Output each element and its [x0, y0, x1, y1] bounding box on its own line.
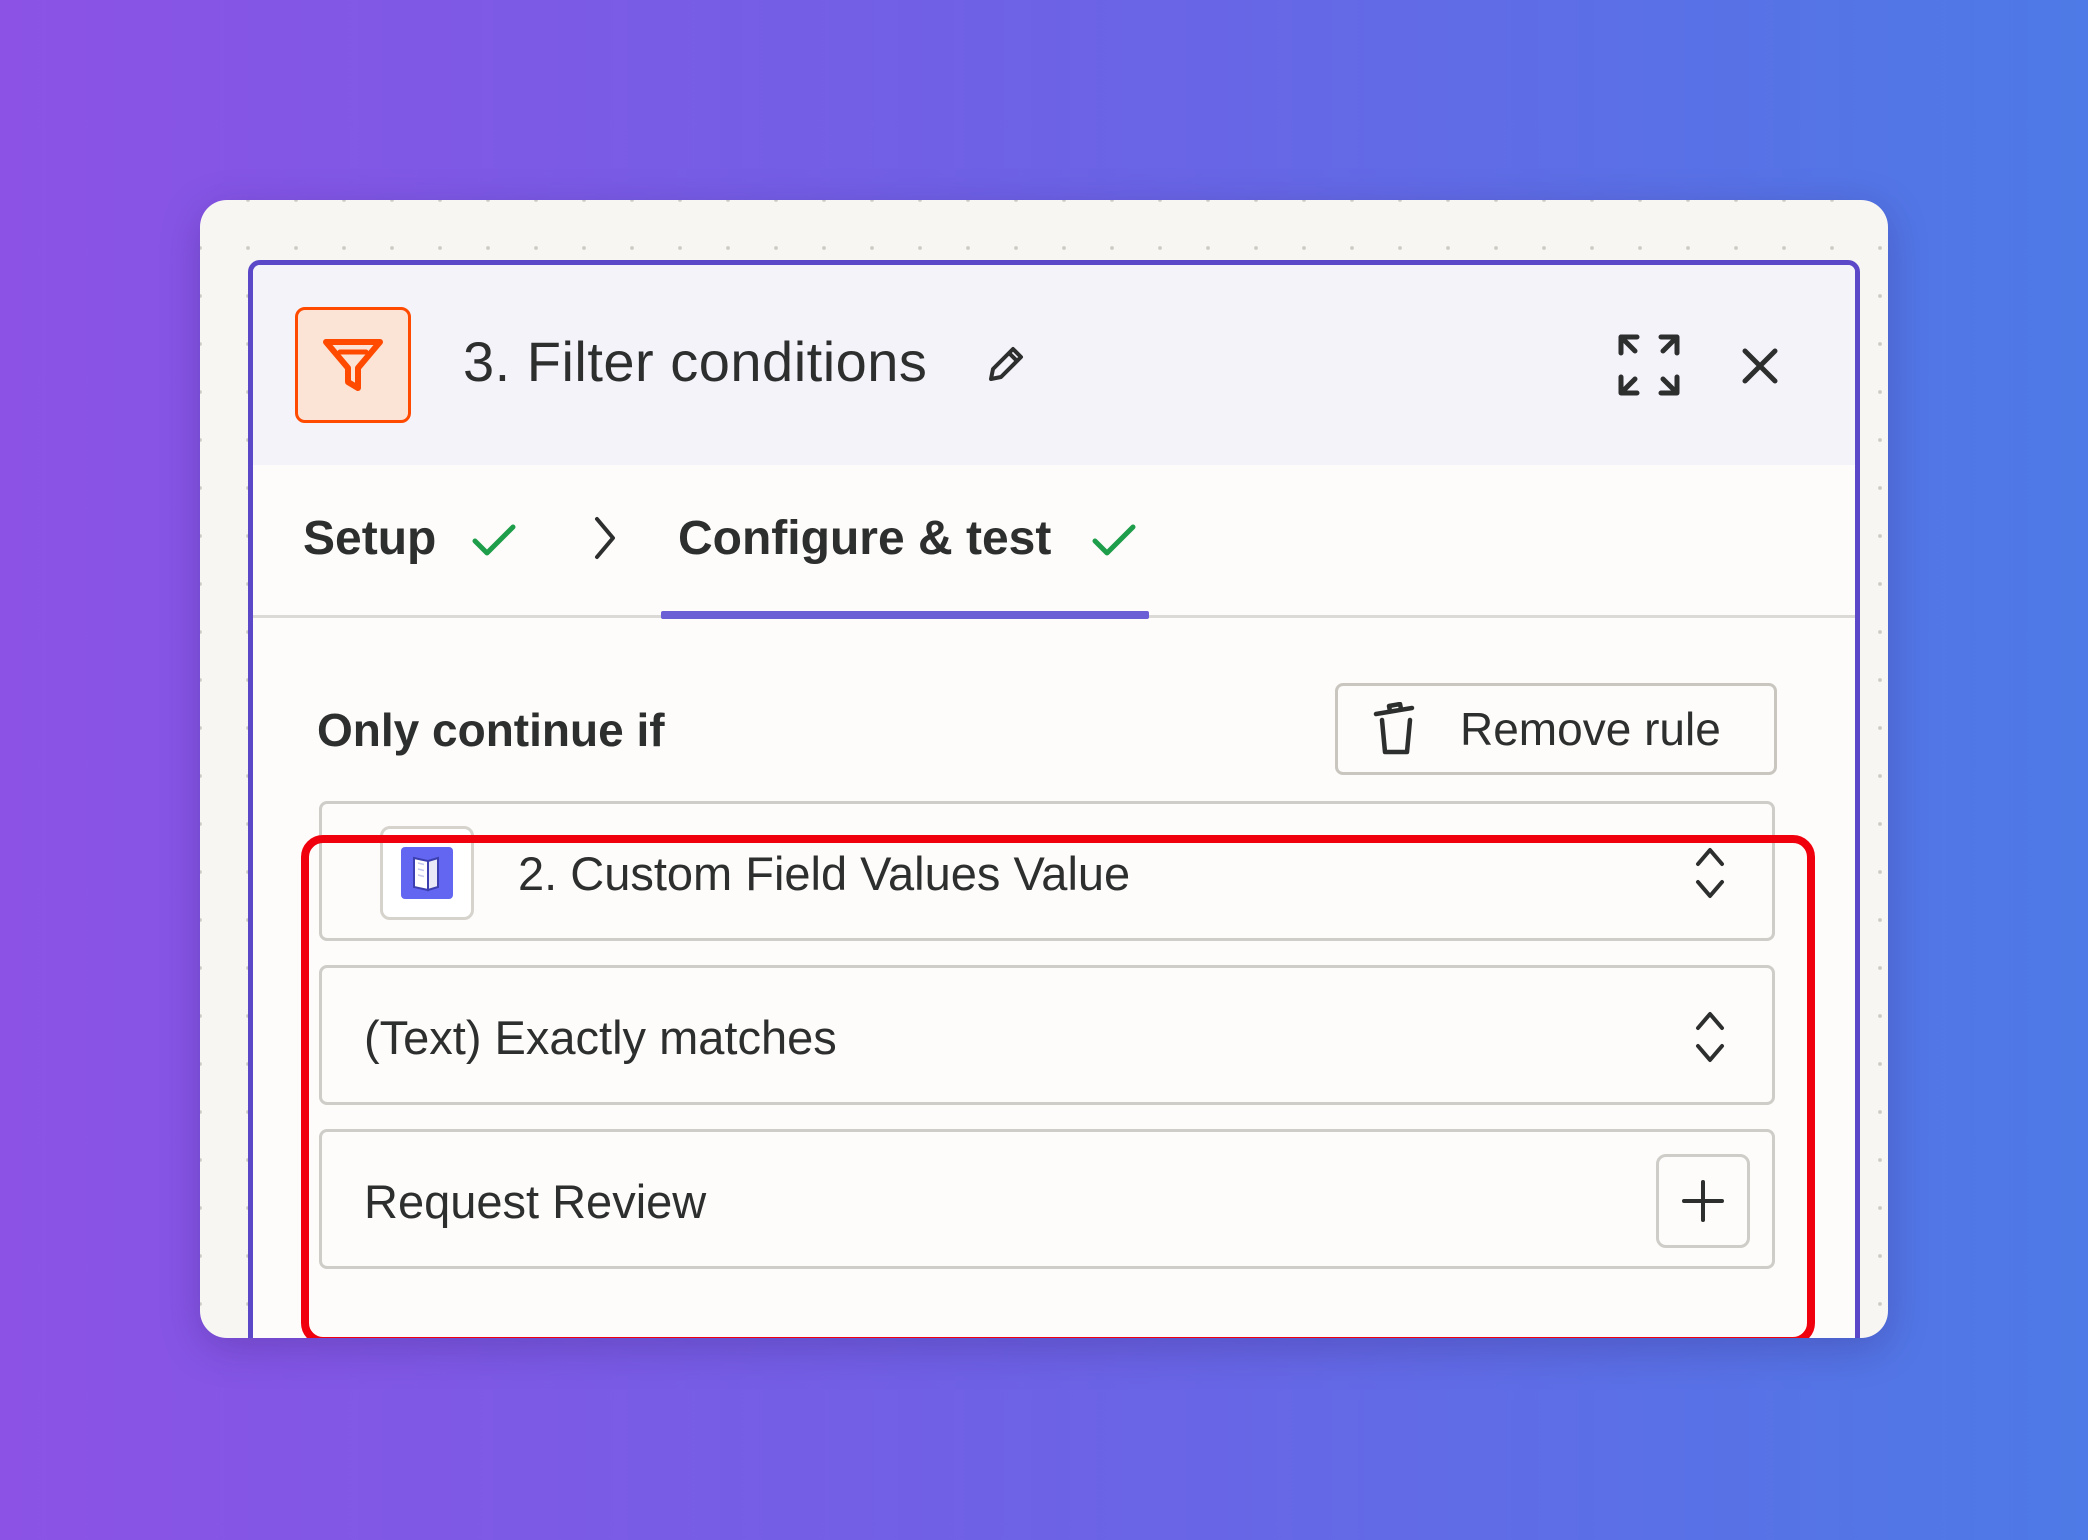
pencil-icon[interactable]	[981, 341, 1029, 389]
remove-rule-label: Remove rule	[1460, 703, 1721, 755]
screenshot-card: 3. Filter conditions Setup Configure & t…	[200, 200, 1888, 1338]
remove-rule-button[interactable]: Remove rule	[1335, 683, 1777, 775]
check-icon	[472, 524, 516, 556]
tab-configure-test[interactable]: Configure & test	[678, 511, 1051, 566]
trash-icon	[1372, 702, 1420, 756]
step-title: 3. Filter conditions	[463, 330, 928, 393]
step-tabs: Setup Configure & test	[253, 465, 1855, 619]
panel-header: 3. Filter conditions	[253, 265, 1855, 465]
close-icon[interactable]	[1741, 347, 1779, 385]
tab-setup[interactable]: Setup	[303, 511, 436, 566]
active-tab-indicator	[661, 611, 1149, 619]
filter-app-icon	[295, 307, 411, 423]
rule-section-label: Only continue if	[317, 704, 665, 756]
highlight-box	[301, 835, 1815, 1338]
expand-icon[interactable]	[1617, 333, 1681, 397]
filter-icon	[323, 339, 383, 391]
check-icon	[1092, 524, 1136, 556]
step-editor-panel: 3. Filter conditions Setup Configure & t…	[248, 260, 1860, 1338]
chevron-right-icon	[595, 517, 615, 559]
